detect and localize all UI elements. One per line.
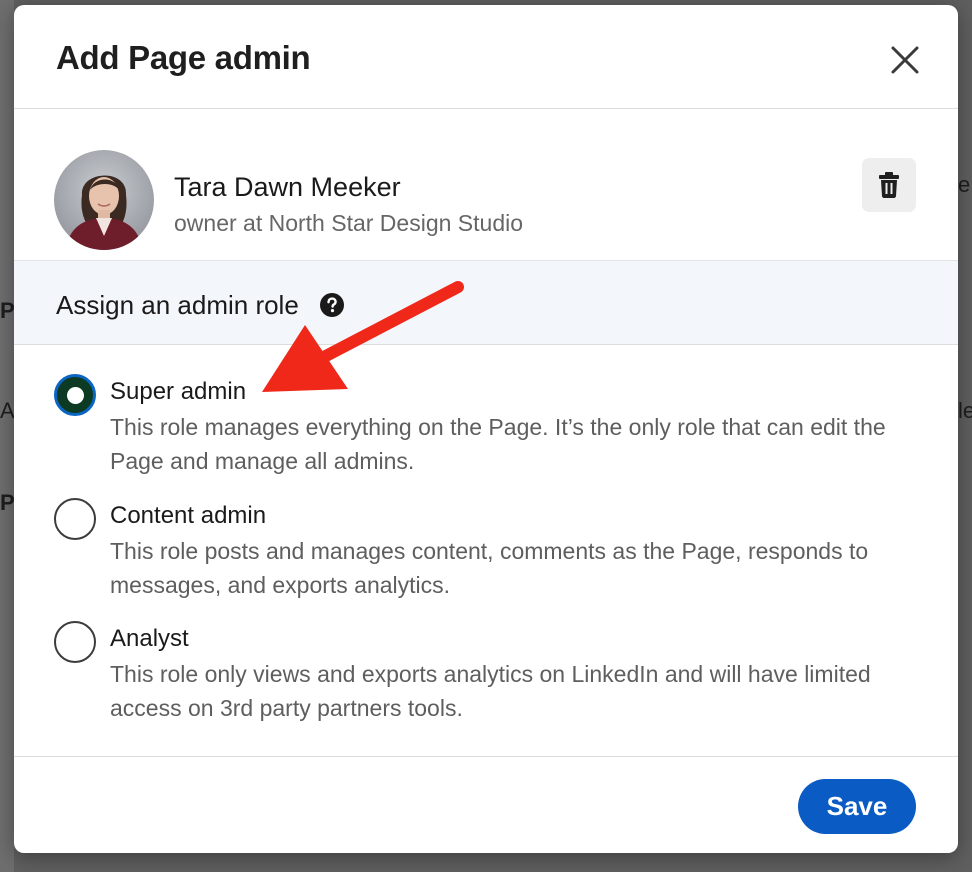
help-button[interactable]: [320, 293, 344, 317]
assign-role-heading: Assign an admin role: [56, 290, 299, 320]
background-fragment-text: P: [0, 298, 15, 323]
analyst-radio[interactable]: [54, 621, 96, 663]
person-name: Tara Dawn Meeker: [174, 172, 401, 202]
dialog-header: Add Page admin: [14, 5, 958, 109]
dialog-footer: Save: [14, 756, 958, 853]
role-description: This role posts and manages content, com…: [110, 538, 869, 598]
role-label: Super admin: [110, 378, 247, 405]
background-left-strip: [0, 0, 14, 872]
question-circle-icon: [320, 293, 344, 317]
avatar-image: [54, 150, 154, 250]
close-icon: [891, 46, 919, 74]
role-description: This role only views and exports analyti…: [110, 661, 871, 721]
remove-person-button[interactable]: [862, 158, 916, 212]
background-fragment-text: e: [958, 172, 971, 197]
background-fragment-text: le: [958, 398, 972, 423]
assign-role-header: Assign an admin role: [14, 260, 958, 345]
close-button[interactable]: [886, 41, 924, 79]
role-description: This role manages everything on the Page…: [110, 414, 886, 474]
super-admin-radio[interactable]: [54, 374, 96, 416]
save-button[interactable]: Save: [798, 779, 916, 834]
person-headline: owner at North Star Design Studio: [174, 210, 524, 236]
role-label: Analyst: [110, 625, 189, 652]
dialog-title: Add Page admin: [56, 39, 311, 76]
trash-icon: [879, 172, 899, 198]
add-page-admin-dialog: Add Page admin Tara Dawn Meeker owner at…: [14, 5, 958, 853]
avatar: [54, 150, 154, 250]
selected-person-row: Tara Dawn Meeker owner at North Star Des…: [14, 110, 958, 260]
role-label: Content admin: [110, 502, 267, 529]
content-admin-radio[interactable]: [54, 498, 96, 540]
